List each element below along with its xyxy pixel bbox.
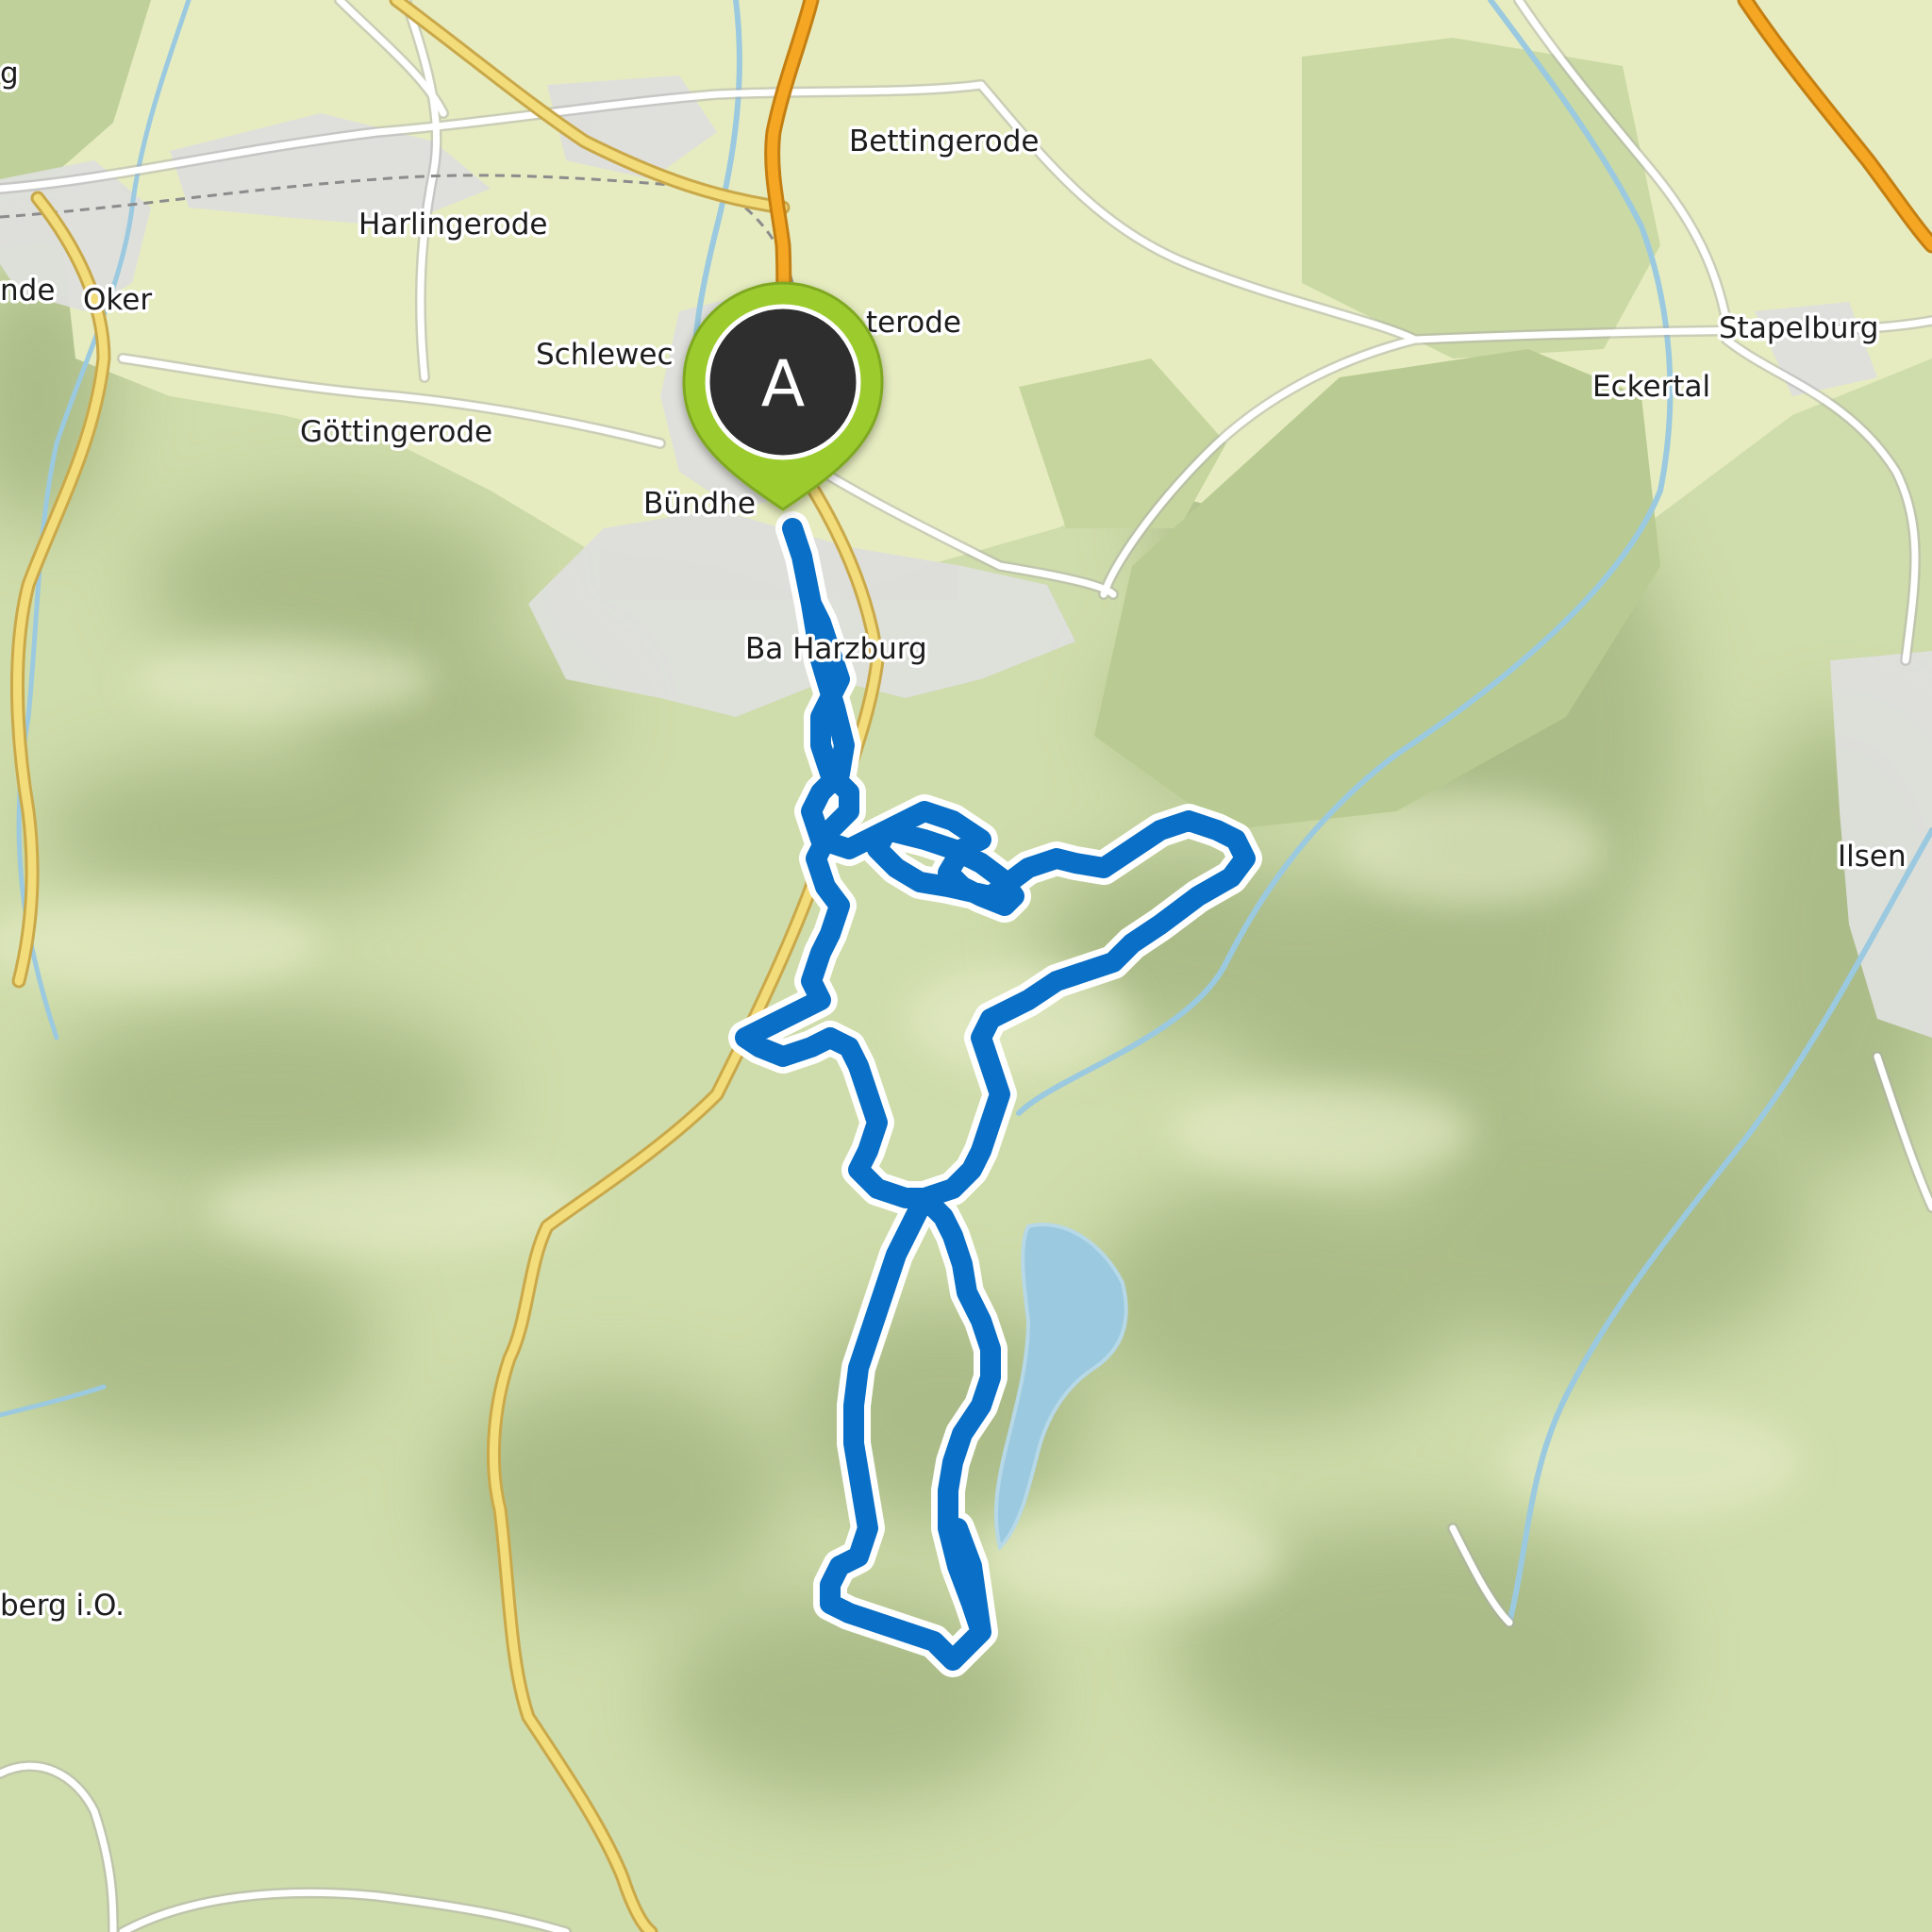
place-label-gottingerode: Göttingerode [300,415,492,449]
place-label-bad-harzburg: Ba Harzburg [745,632,927,666]
place-label-schlewecke: Schlewec [536,338,674,372]
place-label-bettingerode: Bettingerode [849,125,1039,158]
start-marker-label: A [761,347,806,422]
map-view[interactable]: Bettingerode Harlingerode Oker nde g Sch… [0,0,1932,1932]
place-label-altenau: berg i.O. [0,1589,125,1623]
place-label-westerode: terode [866,306,961,340]
place-label-stapelburg: Stapelburg [1719,311,1878,345]
place-label-ilsenburg: Ilsen [1838,840,1907,874]
place-label-left-g: g [0,57,19,91]
place-label-eckertal: Eckertal [1592,370,1710,404]
map-canvas: Bettingerode Harlingerode Oker nde g Sch… [0,0,1932,1932]
place-label-bundheim: Bündhe [643,487,756,521]
place-label-oker: Oker [83,283,152,317]
place-label-left-nde: nde [0,274,55,308]
place-label-harlingerode: Harlingerode [358,208,547,242]
